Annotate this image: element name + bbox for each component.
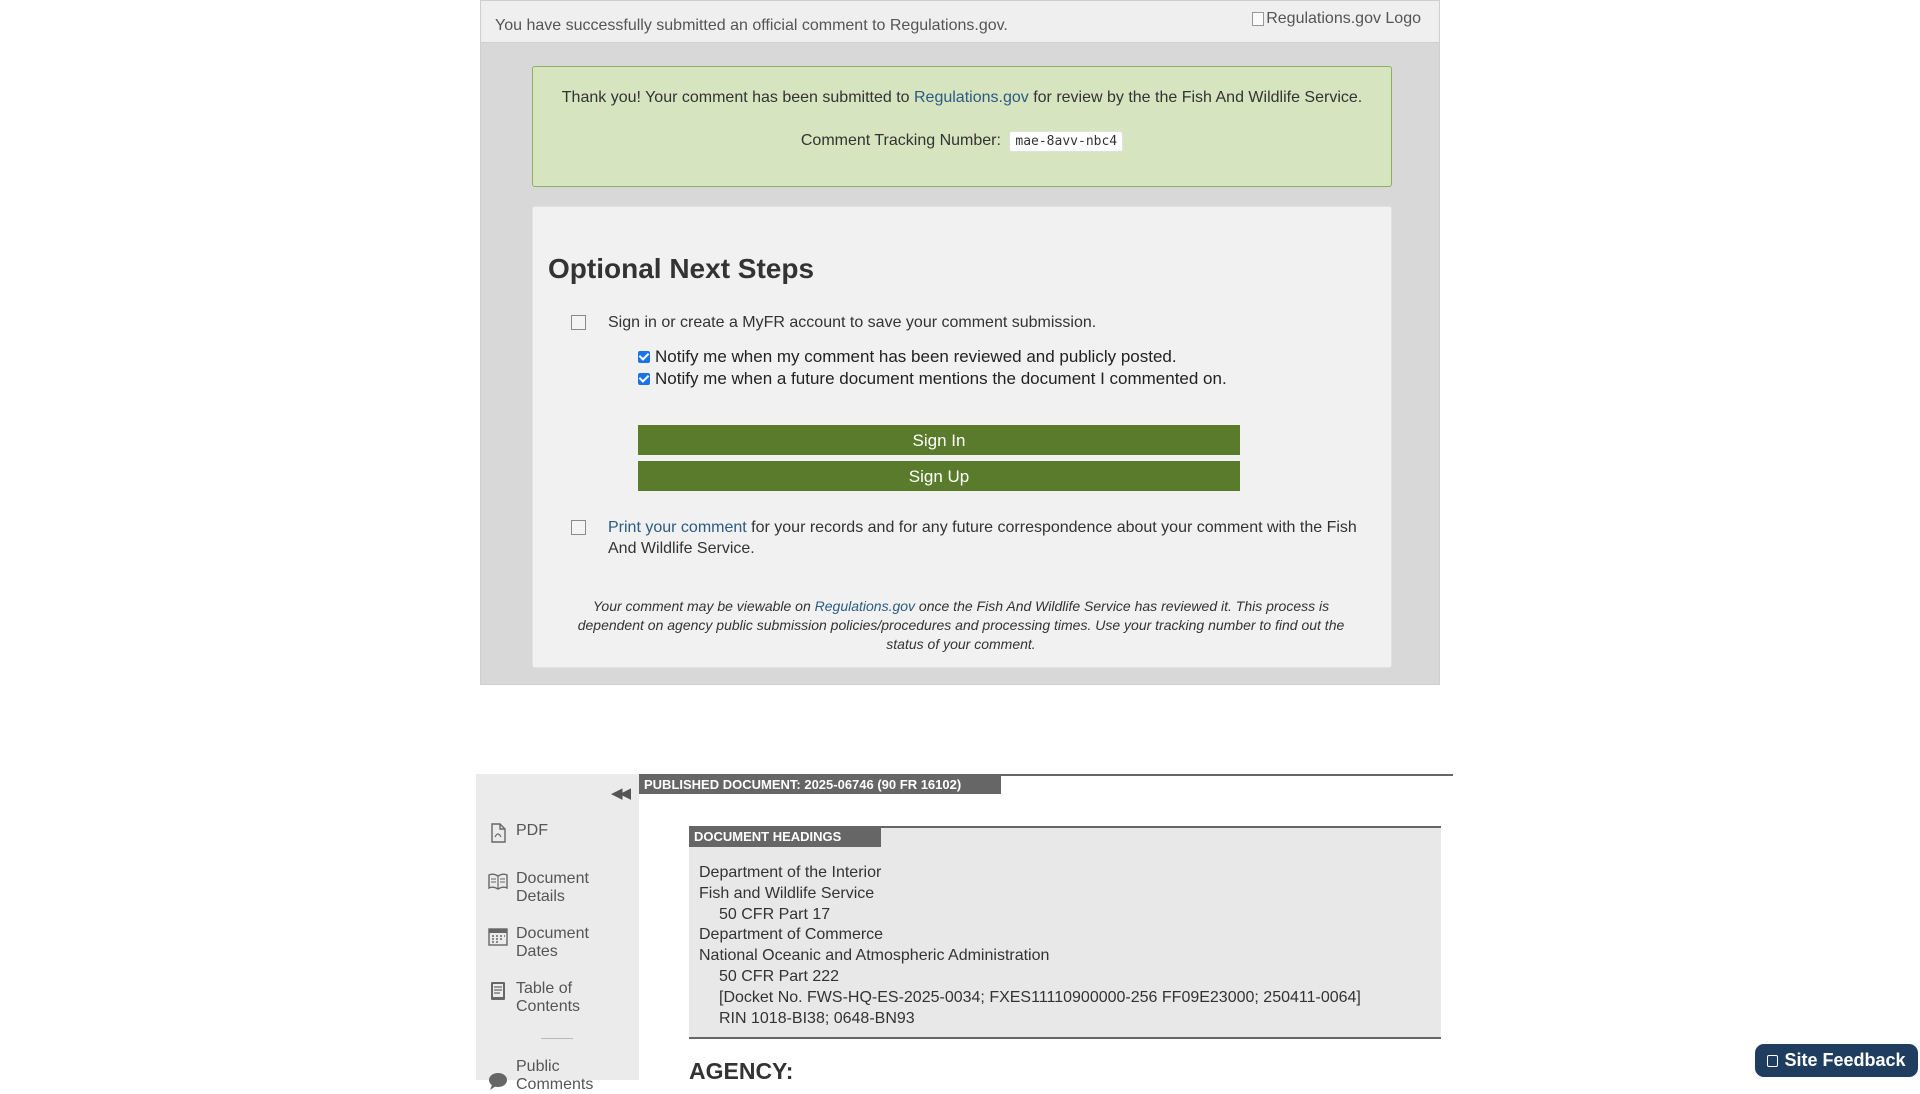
heading-line: 50 CFR Part 17 (719, 906, 831, 923)
notify-future-option[interactable]: Notify me when a future document mention… (638, 367, 1238, 390)
document-headings-label: DOCUMENT HEADINGS (689, 828, 882, 847)
sign-in-button[interactable]: Sign In (638, 425, 1240, 455)
pdf-icon (491, 823, 506, 843)
published-document-label: PUBLISHED DOCUMENT: 2025-06746 (90 FR 16… (639, 776, 1002, 794)
sidebar-item-label: Table of Contents (516, 980, 581, 1015)
sidebar-divider (541, 1038, 573, 1039)
heading-line: National Oceanic and Atmospheric Adminis… (699, 947, 1050, 964)
sidebar-item-document-dates[interactable]: Document Dates (487, 925, 606, 961)
regulations-gov-logo: Regulations.gov Logo (1252, 10, 1421, 28)
heading-line: 50 CFR Part 222 (719, 968, 840, 985)
comment-confirmation-modal: You have successfully submitted an offic… (480, 0, 1440, 685)
thank-you-message: Thank you! Your comment has been submitt… (561, 89, 1363, 106)
broken-image-icon (1252, 12, 1265, 26)
viewable-note: Your comment may be viewable on Regulati… (577, 598, 1345, 652)
regulations-gov-link[interactable]: Regulations.gov (914, 89, 1029, 106)
header-message: You have successfully submitted an offic… (495, 17, 1008, 34)
sidebar-item-label: Public Comments (516, 1058, 594, 1093)
success-banner: Thank you! Your comment has been submitt… (532, 66, 1392, 187)
document-content: PUBLISHED DOCUMENT: 2025-06746 (90 FR 16… (639, 774, 1453, 1084)
agency-heading: AGENCY: (689, 1058, 794, 1084)
feedback-icon (1767, 1055, 1779, 1067)
comment-icon (489, 1073, 507, 1090)
step-signin-text: Sign in or create a MyFR account to save… (608, 314, 1097, 331)
optional-next-steps-panel: Optional Next Steps Sign in or create a … (532, 206, 1392, 668)
heading-line: Department of the Interior (699, 864, 882, 881)
heading-line: [Docket No. FWS-HQ-ES-2025-0034; FXES111… (719, 989, 1361, 1006)
step-print-text: Print your comment for your records and … (608, 519, 1357, 557)
modal-header: You have successfully submitted an offic… (481, 1, 1439, 43)
sign-up-button[interactable]: Sign Up (638, 461, 1240, 491)
step-signin-checkbox[interactable] (571, 315, 586, 330)
sidebar-item-document-details[interactable]: Document Details (487, 870, 606, 906)
step-print-checkbox[interactable] (571, 520, 586, 535)
tracking-number: mae-8avv-nbc4 (1009, 131, 1124, 152)
sidebar-item-label: PDF (516, 822, 548, 839)
heading-line: RIN 1018-BI38; 0648-BN93 (719, 1010, 915, 1027)
book-icon (488, 873, 508, 890)
notify-reviewed-checkbox[interactable] (638, 351, 650, 363)
document-headings-box: DOCUMENT HEADINGS Department of the Inte… (689, 826, 1441, 1039)
sidebar-item-public-comments[interactable]: Public Comments (487, 1058, 606, 1094)
notify-future-checkbox[interactable] (638, 373, 650, 385)
notify-reviewed-option[interactable]: Notify me when my comment has been revie… (638, 345, 1238, 368)
sidebar-item-label: Document Dates (516, 925, 589, 960)
document-sidebar: ◀◀ PDF Document Details Document Dates T… (476, 774, 639, 1093)
sidebar-item-pdf[interactable]: PDF (487, 822, 606, 844)
heading-line: Department of Commerce (699, 926, 884, 943)
print-comment-link[interactable]: Print your comment (608, 519, 747, 536)
table-of-contents-icon (491, 982, 505, 1000)
site-feedback-button[interactable]: Site Feedback (1755, 1044, 1918, 1077)
calendar-icon (488, 928, 508, 946)
sidebar-item-table-of-contents[interactable]: Table of Contents (487, 980, 606, 1016)
document-area: ◀◀ PDF Document Details Document Dates T… (476, 774, 1453, 1093)
logo-alt-text: Regulations.gov Logo (1266, 10, 1421, 27)
note-regulations-gov-link[interactable]: Regulations.gov (815, 598, 915, 614)
tracking-number-row: Comment Tracking Number: mae-8avv-nbc4 (533, 131, 1391, 152)
next-steps-title: Optional Next Steps (548, 253, 815, 284)
sidebar-item-label: Document Details (516, 870, 589, 905)
tracking-label: Comment Tracking Number: (800, 132, 1001, 149)
heading-line: Fish and Wildlife Service (699, 885, 875, 902)
collapse-sidebar-icon[interactable]: ◀◀ (611, 784, 631, 802)
